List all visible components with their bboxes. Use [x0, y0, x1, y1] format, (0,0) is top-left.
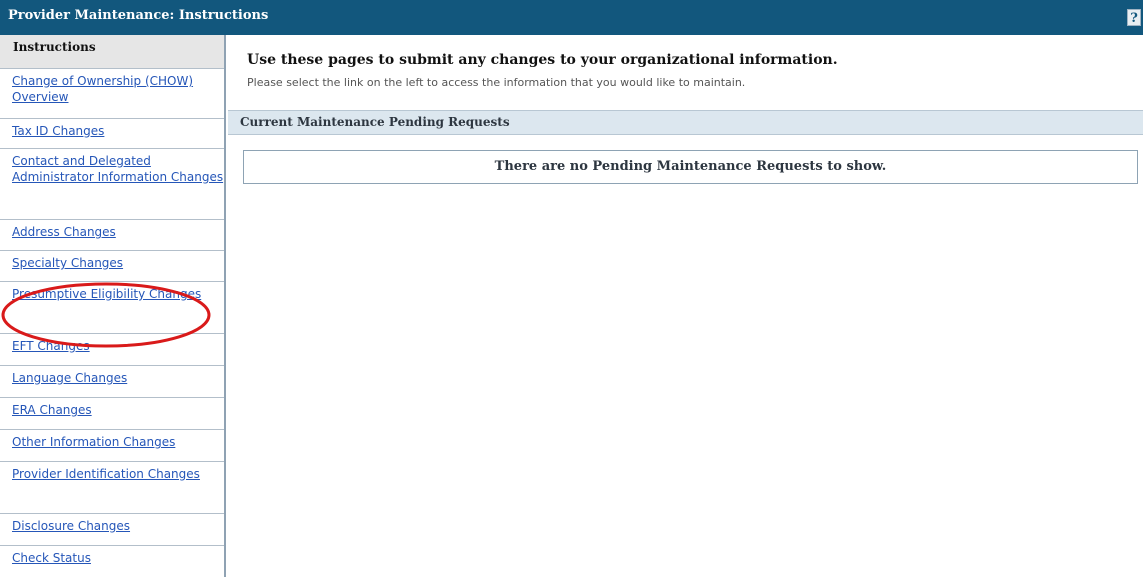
sidebar-link-tax-id[interactable]: Tax ID Changes [12, 124, 104, 138]
sidebar-link-disclosure[interactable]: Disclosure Changes [12, 519, 130, 533]
sidebar-link-provider-identification[interactable]: Provider Identification Changes [12, 467, 200, 481]
sidebar-link-specialty[interactable]: Specialty Changes [12, 256, 123, 270]
pending-requests-header: Current Maintenance Pending Requests [228, 110, 1143, 135]
sidebar-item-address[interactable]: Address Changes [0, 220, 224, 251]
sidebar-item-contact-admin[interactable]: Contact and Delegated Administrator Info… [0, 149, 224, 220]
sidebar-item-chow-overview[interactable]: Change of Ownership (CHOW) Overview [0, 69, 224, 119]
sidebar-item-check-status[interactable]: Check Status [0, 546, 224, 577]
sidebar-link-language[interactable]: Language Changes [12, 371, 127, 385]
pending-requests-panel: There are no Pending Maintenance Request… [243, 150, 1138, 184]
sidebar-item-specialty[interactable]: Specialty Changes [0, 251, 224, 282]
sidebar-item-disclosure[interactable]: Disclosure Changes [0, 514, 224, 546]
title-bar: Provider Maintenance: Instructions ? [0, 0, 1143, 35]
sidebar-item-other-information[interactable]: Other Information Changes [0, 430, 224, 462]
sidebar-item-provider-identification[interactable]: Provider Identification Changes [0, 462, 224, 514]
sidebar-item-language[interactable]: Language Changes [0, 366, 224, 398]
sidebar-link-presumptive-eligibility[interactable]: Presumptive Eligibility Changes [12, 287, 201, 301]
sidebar-link-other-information[interactable]: Other Information Changes [12, 435, 175, 449]
sidebar-item-era[interactable]: ERA Changes [0, 398, 224, 430]
sidebar-link-contact-admin[interactable]: Contact and Delegated Administrator Info… [12, 154, 223, 184]
sidebar-link-address[interactable]: Address Changes [12, 225, 116, 239]
sidebar-link-chow-overview[interactable]: Change of Ownership (CHOW) Overview [12, 74, 193, 104]
sidebar-nav: Instructions Change of Ownership (CHOW) … [0, 35, 226, 577]
sidebar-item-tax-id[interactable]: Tax ID Changes [0, 119, 224, 149]
help-icon[interactable]: ? [1127, 9, 1141, 26]
sidebar-item-label: Instructions [13, 40, 96, 54]
section-title: Current Maintenance Pending Requests [240, 115, 510, 129]
page-heading: Use these pages to submit any changes to… [247, 52, 838, 68]
sidebar-item-presumptive-eligibility[interactable]: Presumptive Eligibility Changes [0, 282, 224, 334]
sidebar-link-eft[interactable]: EFT Changes [12, 339, 90, 353]
window-title: Provider Maintenance: Instructions [8, 8, 269, 23]
sidebar-item-eft[interactable]: EFT Changes [0, 334, 224, 366]
sidebar-item-instructions[interactable]: Instructions [0, 35, 224, 69]
sidebar-link-check-status[interactable]: Check Status [12, 551, 91, 565]
empty-state-message: There are no Pending Maintenance Request… [494, 159, 887, 174]
page-subtext: Please select the link on the left to ac… [247, 76, 746, 89]
sidebar-link-era[interactable]: ERA Changes [12, 403, 92, 417]
